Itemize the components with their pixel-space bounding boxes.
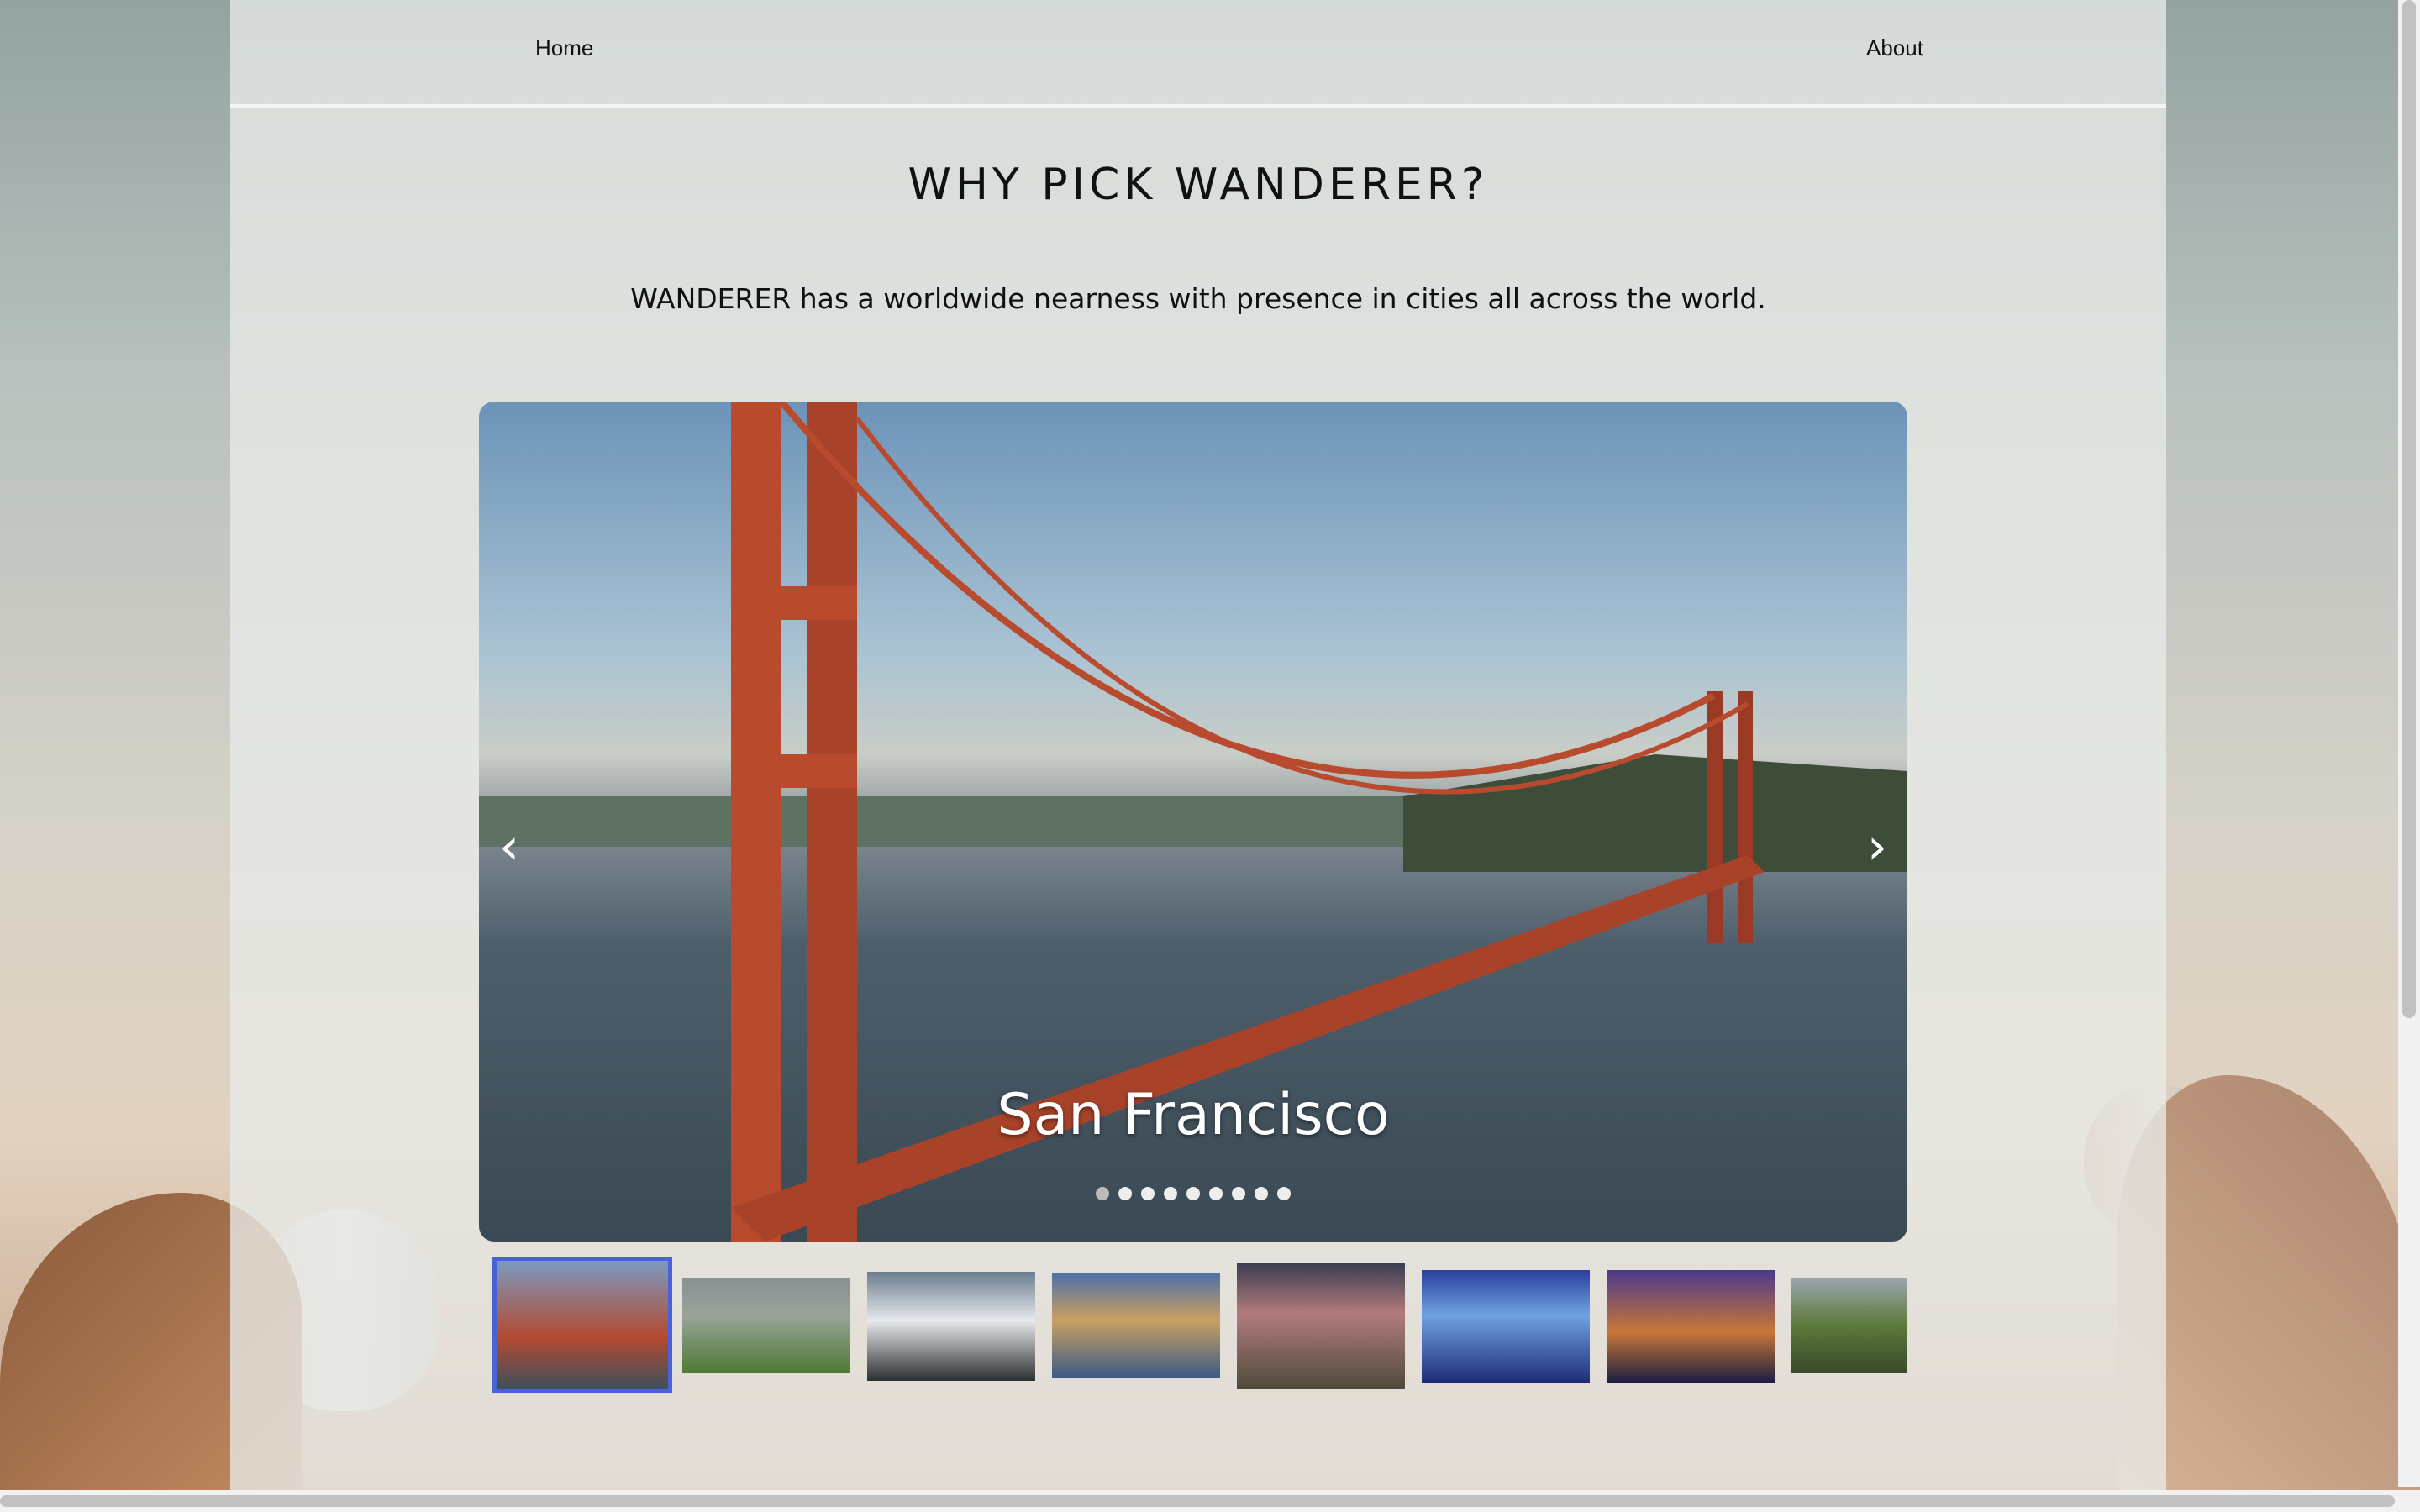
horizontal-scrollbar[interactable] — [0, 1490, 2420, 1512]
carousel-next-button[interactable]: › — [1867, 822, 1887, 872]
thumbnail-green-hills[interactable] — [682, 1278, 850, 1373]
carousel-prev-button[interactable]: ‹ — [499, 822, 519, 872]
top-nav: Home About — [230, 0, 2166, 108]
content-panel: Home About WHY PICK WANDERER? WANDERER h… — [230, 0, 2166, 1512]
carousel-indicators — [479, 1187, 1907, 1204]
carousel-dot[interactable] — [1209, 1187, 1223, 1200]
thumbnail-bay-bridge[interactable] — [1607, 1270, 1775, 1383]
carousel-dot[interactable] — [1118, 1187, 1132, 1200]
nav-about-link[interactable]: About — [1866, 35, 1923, 61]
vertical-scrollbar[interactable] — [2398, 0, 2420, 1487]
vertical-scroll-thumb[interactable] — [2402, 0, 2416, 1018]
thumbnail-standing-stones[interactable] — [1237, 1263, 1405, 1389]
carousel-dot[interactable] — [1232, 1187, 1246, 1200]
carousel-dot[interactable] — [1163, 1187, 1177, 1200]
page-subtitle: WANDERER has a worldwide nearness with p… — [630, 282, 1766, 315]
carousel-dot[interactable] — [1140, 1187, 1155, 1200]
thumbnail-palace[interactable] — [1052, 1273, 1220, 1378]
nav-home-link[interactable]: Home — [535, 35, 593, 61]
thumbnail-golden-gate[interactable] — [492, 1257, 672, 1393]
carousel-dot[interactable] — [1255, 1187, 1269, 1200]
thumbnail-strip — [487, 1257, 1907, 1399]
thumbnail-blue-mountains[interactable] — [1422, 1270, 1590, 1383]
thumbnail-snowy-mountain[interactable] — [867, 1272, 1035, 1381]
page-title: WHY PICK WANDERER? — [908, 160, 1489, 210]
carousel-dot[interactable] — [1095, 1187, 1109, 1200]
horizontal-scroll-thumb[interactable] — [0, 1495, 2395, 1507]
carousel-dot[interactable] — [1186, 1187, 1200, 1200]
slide-caption: San Francisco — [997, 1082, 1390, 1148]
carousel-slide: ‹ › San Francisco — [479, 402, 1907, 1242]
carousel-dot[interactable] — [1277, 1187, 1292, 1200]
thumbnail-river-village[interactable] — [1791, 1278, 1907, 1373]
